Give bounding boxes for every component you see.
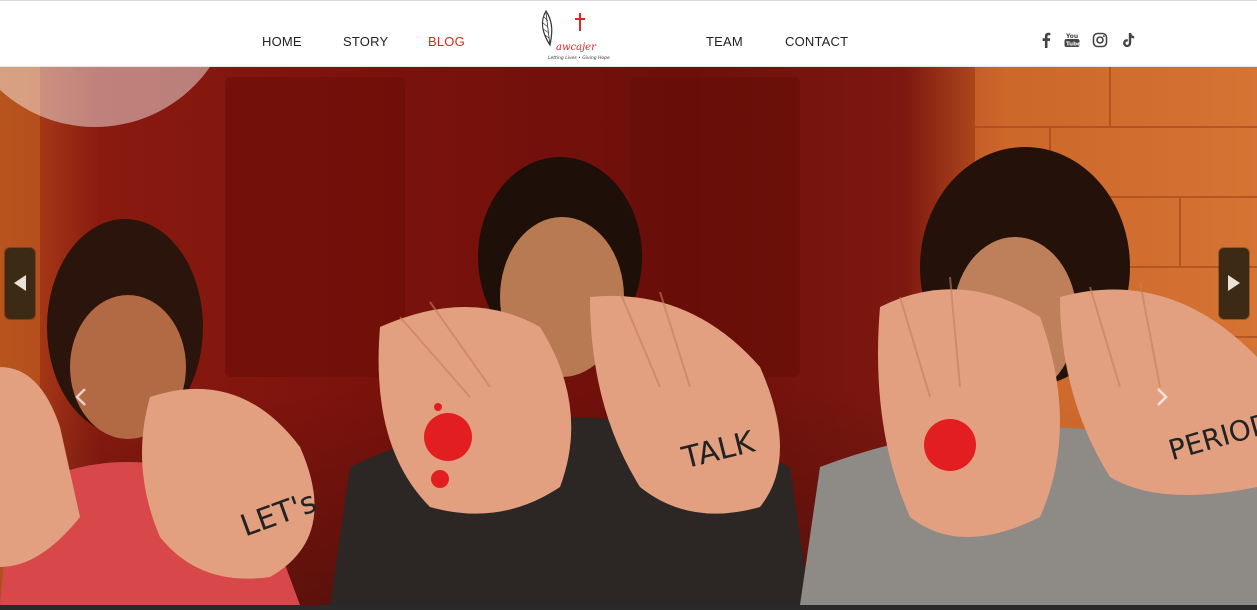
facebook-icon[interactable] — [1037, 31, 1055, 49]
svg-text:Tube: Tube — [1066, 42, 1081, 48]
carousel-next-chevron-icon[interactable] — [1154, 387, 1170, 407]
nav-home[interactable]: HOME — [262, 34, 302, 49]
nav-story[interactable]: STORY — [343, 34, 388, 49]
hero-photo: LET's TALK PERIOD — [0, 67, 1257, 605]
svg-text:You: You — [1065, 33, 1078, 40]
tiktok-icon[interactable] — [1119, 31, 1137, 49]
svg-text:awcajer: awcajer — [556, 42, 597, 53]
slider-next-button[interactable] — [1219, 248, 1249, 319]
triangle-left-icon — [14, 275, 26, 291]
instagram-icon[interactable] — [1091, 31, 1109, 49]
svg-text:Letting Lives • Giving Hope: Letting Lives • Giving Hope — [548, 55, 610, 61]
site-header: HOME STORY BLOG awcajer Letting Lives • … — [0, 1, 1257, 67]
slider-prev-button[interactable] — [5, 248, 35, 319]
hero-carousel-slide: LET's TALK PERIOD — [0, 67, 1257, 605]
carousel-prev-chevron-icon[interactable] — [73, 387, 89, 407]
nav-team[interactable]: TEAM — [706, 34, 743, 49]
youtube-icon[interactable]: You Tube — [1063, 31, 1081, 49]
nav-contact[interactable]: CONTACT — [785, 34, 848, 49]
nav-blog[interactable]: BLOG — [428, 34, 465, 49]
bottom-bar — [0, 605, 1257, 610]
site-logo[interactable]: awcajer Letting Lives • Giving Hope — [536, 7, 620, 63]
triangle-right-icon — [1228, 275, 1240, 291]
